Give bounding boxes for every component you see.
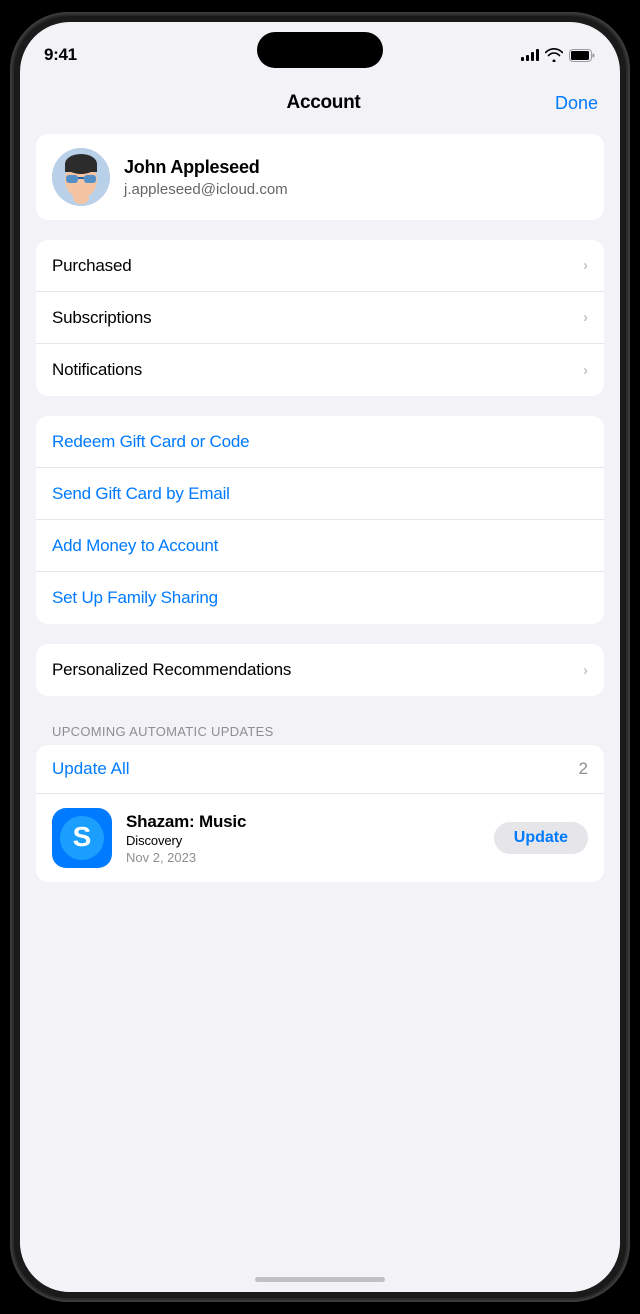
list-item-redeem[interactable]: Redeem Gift Card or Code (36, 416, 604, 468)
profile-email: j.appleseed@icloud.com (124, 181, 288, 198)
battery-icon (569, 49, 596, 62)
list-section-2: Redeem Gift Card or Code Send Gift Card … (36, 416, 604, 624)
app-date: Nov 2, 2023 (126, 850, 480, 865)
app-row-shazam: S Shazam: Music Discovery Nov 2, 2023 Up… (36, 794, 604, 882)
list-item-send-gift[interactable]: Send Gift Card by Email (36, 468, 604, 520)
avatar (52, 148, 110, 206)
screen-content[interactable]: Account Done (20, 76, 620, 1292)
updates-section-label: UPCOMING AUTOMATIC UPDATES (20, 716, 620, 745)
app-subtitle: Discovery (126, 833, 480, 848)
profile-name: John Appleseed (124, 157, 288, 178)
svg-text:S: S (73, 821, 92, 852)
family-sharing-label: Set Up Family Sharing (52, 588, 218, 608)
redeem-label: Redeem Gift Card or Code (52, 432, 249, 452)
profile-row[interactable]: John Appleseed j.appleseed@icloud.com (36, 134, 604, 220)
app-info: Shazam: Music Discovery Nov 2, 2023 (126, 812, 480, 865)
app-name: Shazam: Music (126, 812, 480, 832)
chevron-icon: › (583, 662, 588, 679)
update-all-label[interactable]: Update All (52, 759, 130, 779)
page-title: Account (287, 92, 361, 114)
chevron-icon: › (583, 309, 588, 326)
list-item-personalized[interactable]: Personalized Recommendations › (36, 644, 604, 696)
list-item-family-sharing[interactable]: Set Up Family Sharing (36, 572, 604, 624)
home-indicator (255, 1277, 385, 1282)
list-item-purchased[interactable]: Purchased › (36, 240, 604, 292)
chevron-icon: › (583, 257, 588, 274)
subscriptions-label: Subscriptions (52, 308, 151, 328)
updates-section: Update All 2 S Shazam: Music Discovery (36, 745, 604, 882)
profile-info: John Appleseed j.appleseed@icloud.com (124, 157, 288, 198)
phone-screen: 9:41 (20, 22, 620, 1292)
status-icons (521, 48, 596, 62)
chevron-icon: › (583, 362, 588, 379)
purchased-label: Purchased (52, 256, 131, 276)
status-time: 9:41 (44, 45, 77, 65)
nav-bar: Account Done (20, 76, 620, 126)
done-button[interactable]: Done (555, 93, 598, 114)
signal-icon (521, 49, 539, 61)
notifications-label: Notifications (52, 360, 142, 380)
phone-frame: 9:41 (10, 12, 630, 1302)
list-section-3: Personalized Recommendations › (36, 644, 604, 696)
status-bar: 9:41 (20, 22, 620, 76)
add-money-label: Add Money to Account (52, 536, 218, 556)
send-gift-label: Send Gift Card by Email (52, 484, 230, 504)
list-item-add-money[interactable]: Add Money to Account (36, 520, 604, 572)
update-count: 2 (579, 759, 588, 779)
list-item-subscriptions[interactable]: Subscriptions › (36, 292, 604, 344)
list-section-1: Purchased › Subscriptions › Notification… (36, 240, 604, 396)
update-all-row[interactable]: Update All 2 (36, 745, 604, 794)
wifi-icon (545, 48, 563, 62)
camera-notch (257, 32, 383, 68)
shazam-icon: S (52, 808, 112, 868)
personalized-label: Personalized Recommendations (52, 660, 291, 680)
profile-section: John Appleseed j.appleseed@icloud.com (36, 134, 604, 220)
list-item-notifications[interactable]: Notifications › (36, 344, 604, 396)
update-button[interactable]: Update (494, 822, 588, 854)
